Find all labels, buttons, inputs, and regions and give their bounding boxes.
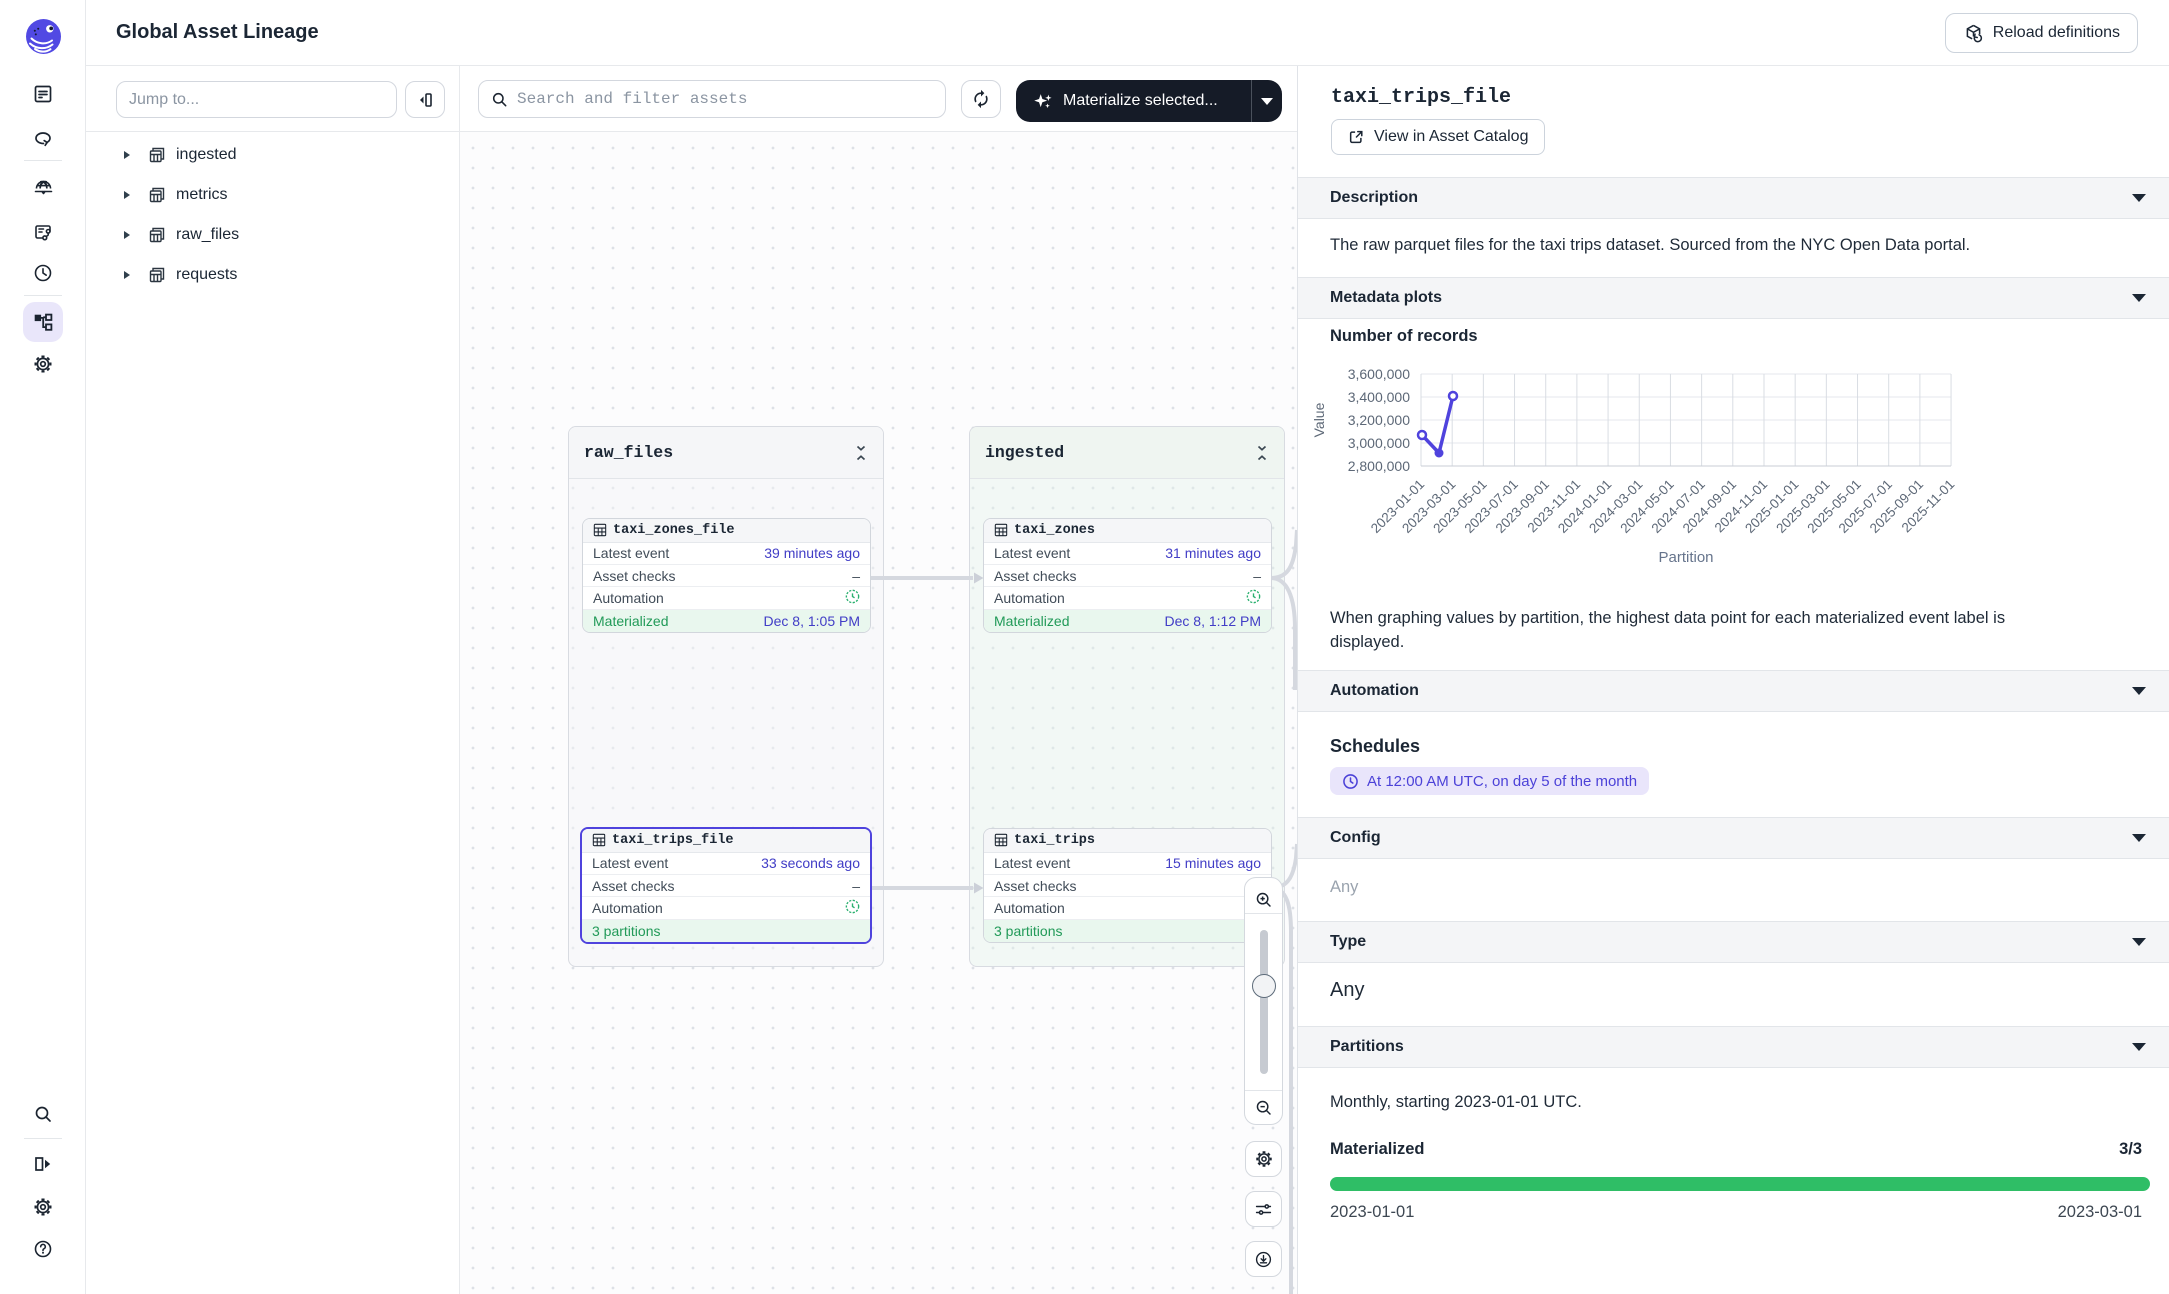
svg-text:3,600,000: 3,600,000	[1348, 366, 1410, 382]
svg-text:3,000,000: 3,000,000	[1348, 435, 1410, 451]
svg-text:Partition: Partition	[1658, 549, 1713, 566]
svg-text:3,400,000: 3,400,000	[1348, 389, 1410, 405]
svg-text:Value: Value	[1311, 402, 1327, 437]
svg-text:2,800,000: 2,800,000	[1348, 458, 1410, 474]
svg-text:3,200,000: 3,200,000	[1348, 412, 1410, 428]
